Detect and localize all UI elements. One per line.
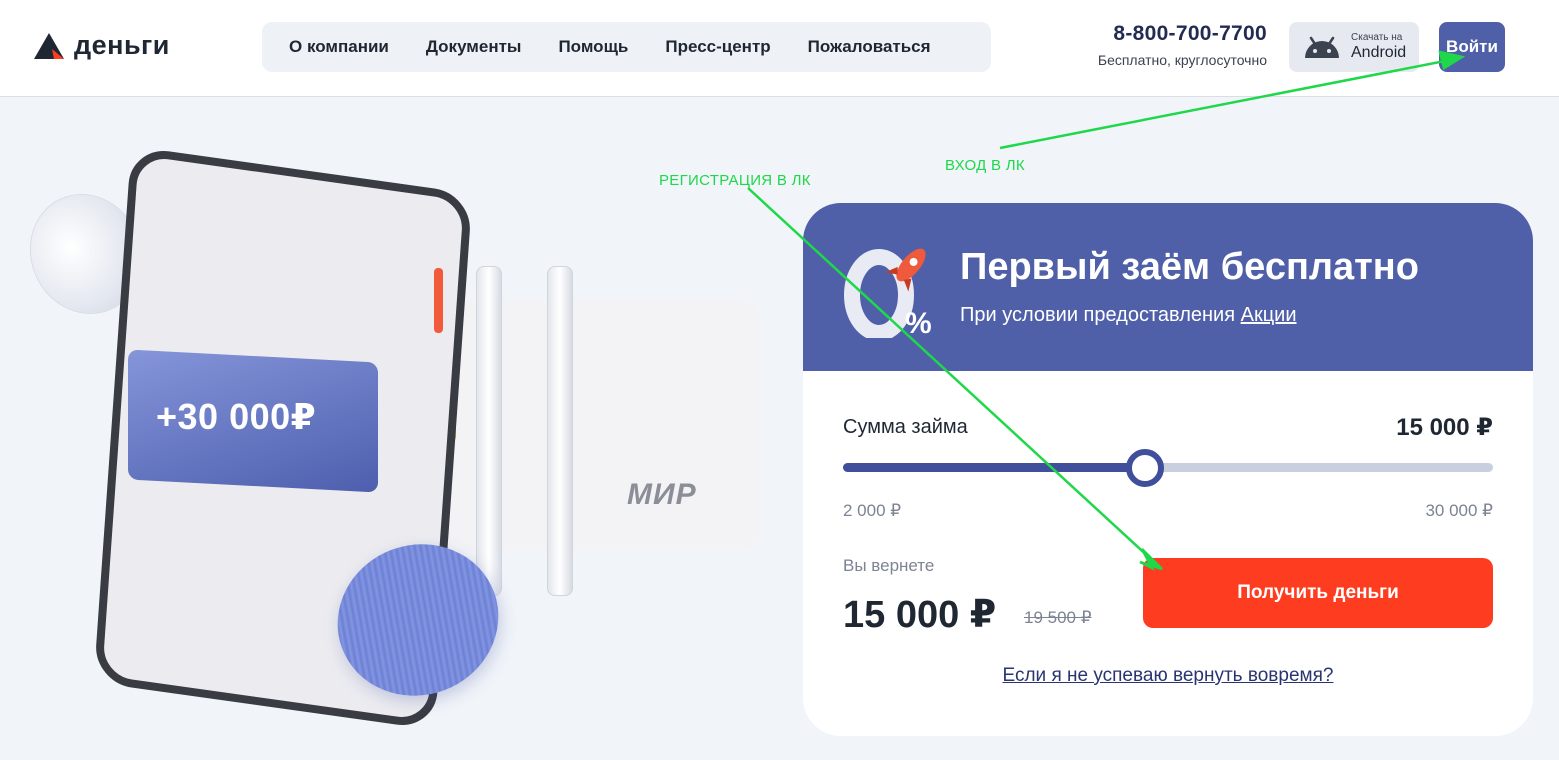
login-button[interactable]: Войти <box>1439 22 1505 72</box>
return-old-amount: 19 500 ₽ <box>1024 608 1092 627</box>
loan-sum-label: Сумма займа <box>843 416 968 438</box>
return-label: Вы вернете <box>843 556 935 575</box>
site-header: деньги О компании Документы Помощь Пресс… <box>0 0 1559 97</box>
nav-item-press[interactable]: Пресс-центр <box>665 37 770 57</box>
annotation-registration: РЕГИСТРАЦИЯ В ЛК <box>659 172 811 189</box>
promo-title: Первый заём бесплатно <box>960 246 1419 288</box>
phone-number[interactable]: 8-800-700-7700 <box>1098 22 1267 46</box>
phone-block: 8-800-700-7700 Бесплатно, круглосуточно <box>1098 22 1267 68</box>
loan-amount-slider[interactable] <box>843 449 1493 487</box>
nav-item-documents[interactable]: Документы <box>426 37 522 57</box>
badge-percent: % <box>905 307 932 338</box>
logo[interactable]: деньги <box>32 30 170 61</box>
slider-max-label: 30 000 ₽ <box>1425 501 1493 520</box>
main-nav: О компании Документы Помощь Пресс-центр … <box>262 22 991 72</box>
card-ring-image <box>476 266 502 596</box>
slider-fill <box>843 463 1145 472</box>
card-ring-image <box>547 266 573 596</box>
card-brand-text: МИР <box>627 478 697 511</box>
zero-percent-rocket-icon: % <box>844 248 932 338</box>
logo-text: деньги <box>74 30 170 60</box>
late-payment-link[interactable]: Если я не успеваю вернуть вовремя? <box>803 665 1533 687</box>
promo-subtitle: При условии предоставления Акции <box>960 304 1297 327</box>
logo-icon <box>34 32 64 59</box>
slider-thumb[interactable] <box>1125 449 1164 487</box>
promo-subtitle-text: При условии предоставления <box>960 304 1236 326</box>
phone-caption: Бесплатно, круглосуточно <box>1097 52 1267 68</box>
slider-min-label: 2 000 ₽ <box>843 501 902 520</box>
nav-item-help[interactable]: Помощь <box>558 37 628 57</box>
get-money-button[interactable]: Получить деньги <box>1143 558 1493 628</box>
android-icon <box>1305 36 1339 58</box>
phone-button-image <box>434 268 443 333</box>
android-text: Скачать на Android <box>1351 33 1406 61</box>
nav-item-about[interactable]: О компании <box>289 37 389 57</box>
android-label: Android <box>1351 44 1407 61</box>
android-caption: Скачать на <box>1351 32 1403 43</box>
plus-amount-text: +30 000₽ <box>156 396 317 437</box>
nav-item-complaint[interactable]: Пожаловаться <box>808 37 931 57</box>
android-download-button[interactable]: Скачать на Android <box>1289 22 1419 72</box>
loan-sum-value: 15 000 ₽ <box>1396 414 1493 441</box>
return-amount: 15 000 ₽ <box>843 594 997 636</box>
promo-banner: % Первый заём бесплатно При условии пред… <box>803 203 1533 371</box>
hero-illustration: МИР +30 000₽ <box>0 98 800 760</box>
promo-terms-link[interactable]: Акции <box>1241 304 1297 326</box>
annotation-login: ВХОД В ЛК <box>945 157 1025 174</box>
loan-calculator-panel: % Первый заём бесплатно При условии пред… <box>803 203 1533 736</box>
